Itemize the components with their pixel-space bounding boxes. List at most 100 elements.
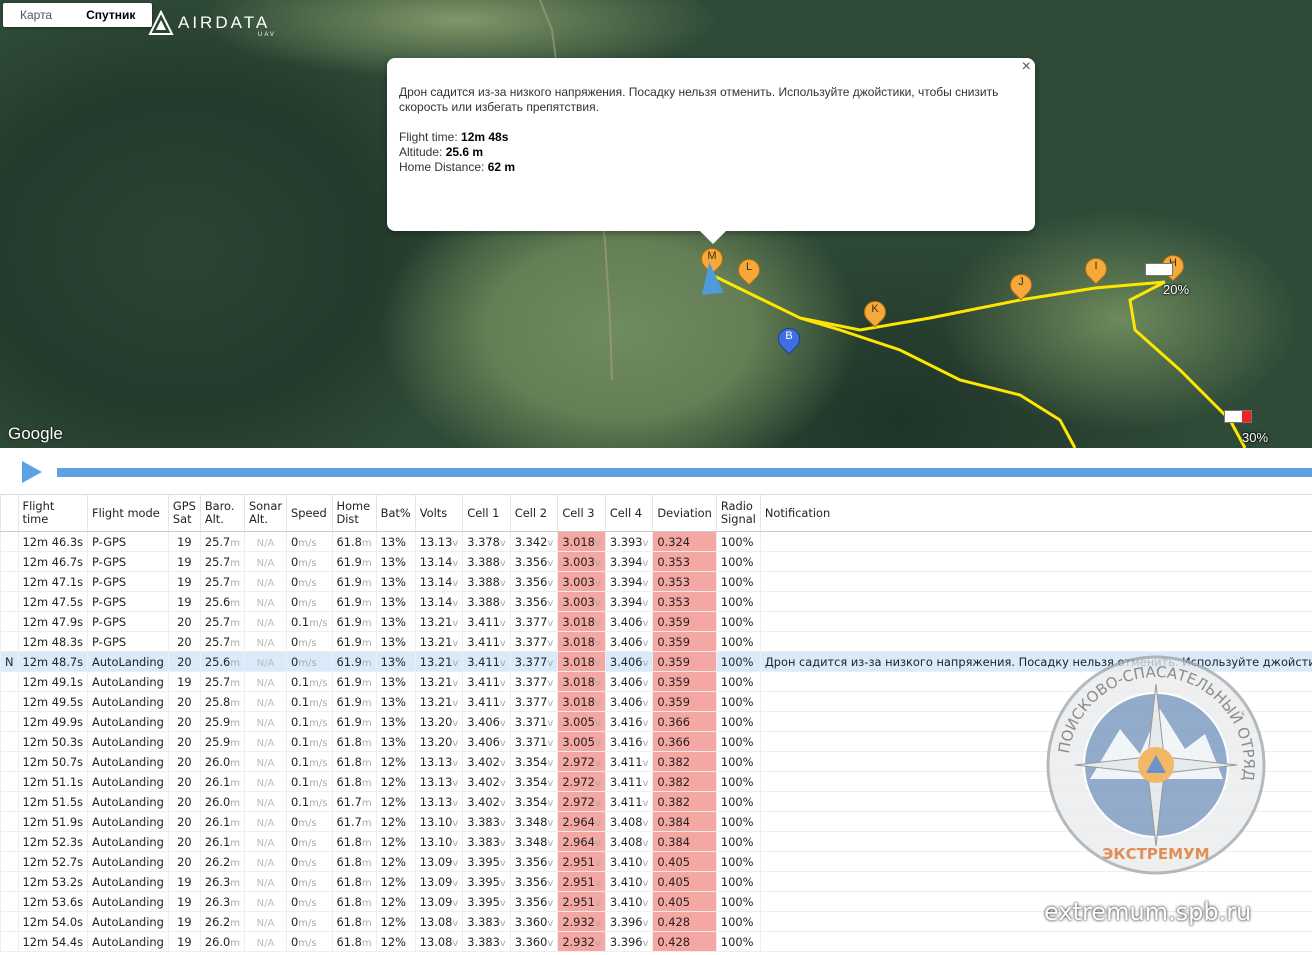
cell-volts: 13.13v — [415, 792, 463, 812]
cell-deviation: 0.428 — [653, 912, 716, 932]
satellite-map[interactable]: Карта Спутник AIRDATA UAV M L K J I H B … — [0, 0, 1312, 448]
cell-volts: 13.13v — [415, 752, 463, 772]
cell-bat: 12% — [376, 812, 415, 832]
cell-home-dist: 61.9m — [332, 712, 376, 732]
cell-speed: 0m/s — [287, 932, 332, 952]
map-marker-j[interactable]: J — [1010, 274, 1032, 304]
cell-flight-time: 12m 54.0s — [18, 912, 88, 932]
cell-radio-signal: 100% — [716, 912, 760, 932]
col-speed[interactable]: Speed — [287, 495, 332, 532]
col-flag[interactable] — [1, 495, 19, 532]
drone-position-icon — [698, 261, 723, 295]
cell-flight-time: 12m 51.1s — [18, 772, 88, 792]
cell-cell2: 3.360v — [510, 932, 558, 952]
cell-cell3: 3.018v — [558, 692, 606, 712]
cell-cell3: 2.951v — [558, 852, 606, 872]
cell-bat: 13% — [376, 712, 415, 732]
map-marker-l[interactable]: L — [738, 259, 760, 289]
cell-baro-alt: 26.1m — [200, 812, 244, 832]
col-notification[interactable]: Notification — [760, 495, 1312, 532]
cell-gps-sat: 20 — [168, 832, 200, 852]
cell-cell4: 3.411v — [605, 792, 653, 812]
col-flight-mode[interactable]: Flight mode — [88, 495, 169, 532]
map-marker-k[interactable]: K — [864, 301, 886, 331]
cell-gps-sat: 20 — [168, 712, 200, 732]
cell-cell4: 3.396v — [605, 912, 653, 932]
table-row[interactable]: 12m 47.5sP-GPS1925.6mN/A0m/s61.9m13%13.1… — [1, 592, 1312, 612]
cell-cell2: 3.377v — [510, 672, 558, 692]
table-row[interactable]: 12m 54.4sAutoLanding1926.0mN/A0m/s61.8m1… — [1, 932, 1312, 952]
cell-cell3: 2.932v — [558, 912, 606, 932]
cell-flight-mode: AutoLanding — [88, 892, 169, 912]
cell-flight-mode: AutoLanding — [88, 772, 169, 792]
cell-radio-signal: 100% — [716, 832, 760, 852]
col-cell2[interactable]: Cell 2 — [510, 495, 558, 532]
cell-radio-signal: 100% — [716, 752, 760, 772]
col-cell4[interactable]: Cell 4 — [605, 495, 653, 532]
map-marker-i[interactable]: I — [1085, 258, 1107, 288]
timeline-slider[interactable] — [57, 468, 1312, 477]
cell-notification — [760, 612, 1312, 632]
col-sonar-alt[interactable]: Sonar Alt. — [244, 495, 286, 532]
cell-deviation: 0.384 — [653, 812, 716, 832]
table-row[interactable]: 12m 46.3sP-GPS1925.7mN/A0m/s61.8m13%13.1… — [1, 532, 1312, 552]
col-radio-signal[interactable]: Radio Signal — [716, 495, 760, 532]
cell-volts: 13.20v — [415, 732, 463, 752]
table-row[interactable]: 12m 47.1sP-GPS1925.7mN/A0m/s61.9m13%13.1… — [1, 572, 1312, 592]
col-baro-alt[interactable]: Baro. Alt. — [200, 495, 244, 532]
col-gps-sat[interactable]: GPS Sat — [168, 495, 200, 532]
tab-map[interactable]: Карта — [3, 3, 69, 27]
col-cell3[interactable]: Cell 3 — [558, 495, 606, 532]
cell-bat: 13% — [376, 732, 415, 752]
cell-flight-time: 12m 48.7s — [18, 652, 88, 672]
cell-cell2: 3.377v — [510, 632, 558, 652]
cell-flight-time: 12m 47.9s — [18, 612, 88, 632]
table-row[interactable]: 12m 47.9sP-GPS2025.7mN/A0.1m/s61.9m13%13… — [1, 612, 1312, 632]
cell-sonar-alt: N/A — [244, 632, 286, 652]
close-icon[interactable]: × — [1022, 58, 1031, 76]
cell-cell1: 3.395v — [463, 872, 511, 892]
cell-cell1: 3.406v — [463, 712, 511, 732]
cell-speed: 0m/s — [287, 832, 332, 852]
tab-satellite[interactable]: Спутник — [69, 3, 152, 27]
cell-cell3: 2.964v — [558, 812, 606, 832]
cell-volts: 13.21v — [415, 652, 463, 672]
cell-volts: 13.13v — [415, 772, 463, 792]
col-deviation[interactable]: Deviation — [653, 495, 716, 532]
cell-bat: 12% — [376, 872, 415, 892]
cell-deviation: 0.353 — [653, 592, 716, 612]
col-bat[interactable]: Bat% — [376, 495, 415, 532]
col-flight-time[interactable]: Flight time — [18, 495, 88, 532]
playback-bar — [0, 448, 1312, 494]
col-cell1[interactable]: Cell 1 — [463, 495, 511, 532]
home-marker-b[interactable]: B — [778, 328, 800, 358]
table-row[interactable]: 12m 48.3sP-GPS2025.7mN/A0m/s61.9m13%13.2… — [1, 632, 1312, 652]
cell-bat: 12% — [376, 772, 415, 792]
col-home-dist[interactable]: Home Dist — [332, 495, 376, 532]
cell-bat: 13% — [376, 632, 415, 652]
cell-volts: 13.21v — [415, 632, 463, 652]
cell-flight-time: 12m 50.3s — [18, 732, 88, 752]
cell-cell4: 3.394v — [605, 572, 653, 592]
cell-flight-mode: AutoLanding — [88, 792, 169, 812]
cell-flag — [1, 632, 19, 652]
cell-sonar-alt: N/A — [244, 592, 286, 612]
brand-sub: UAV — [258, 32, 276, 38]
airdata-logo-icon — [148, 10, 174, 36]
cell-sonar-alt: N/A — [244, 672, 286, 692]
cell-notification — [760, 592, 1312, 612]
cell-cell1: 3.402v — [463, 772, 511, 792]
table-row[interactable]: 12m 46.7sP-GPS1925.7mN/A0m/s61.9m13%13.1… — [1, 552, 1312, 572]
cell-sonar-alt: N/A — [244, 752, 286, 772]
cell-cell2: 3.371v — [510, 712, 558, 732]
cell-gps-sat: 19 — [168, 912, 200, 932]
cell-cell1: 3.411v — [463, 652, 511, 672]
play-icon[interactable] — [22, 461, 42, 483]
cell-sonar-alt: N/A — [244, 732, 286, 752]
cell-cell2: 3.360v — [510, 912, 558, 932]
cell-deviation: 0.359 — [653, 632, 716, 652]
cell-cell2: 3.377v — [510, 612, 558, 632]
cell-speed: 0.1m/s — [287, 672, 332, 692]
cell-flag — [1, 732, 19, 752]
col-volts[interactable]: Volts — [415, 495, 463, 532]
